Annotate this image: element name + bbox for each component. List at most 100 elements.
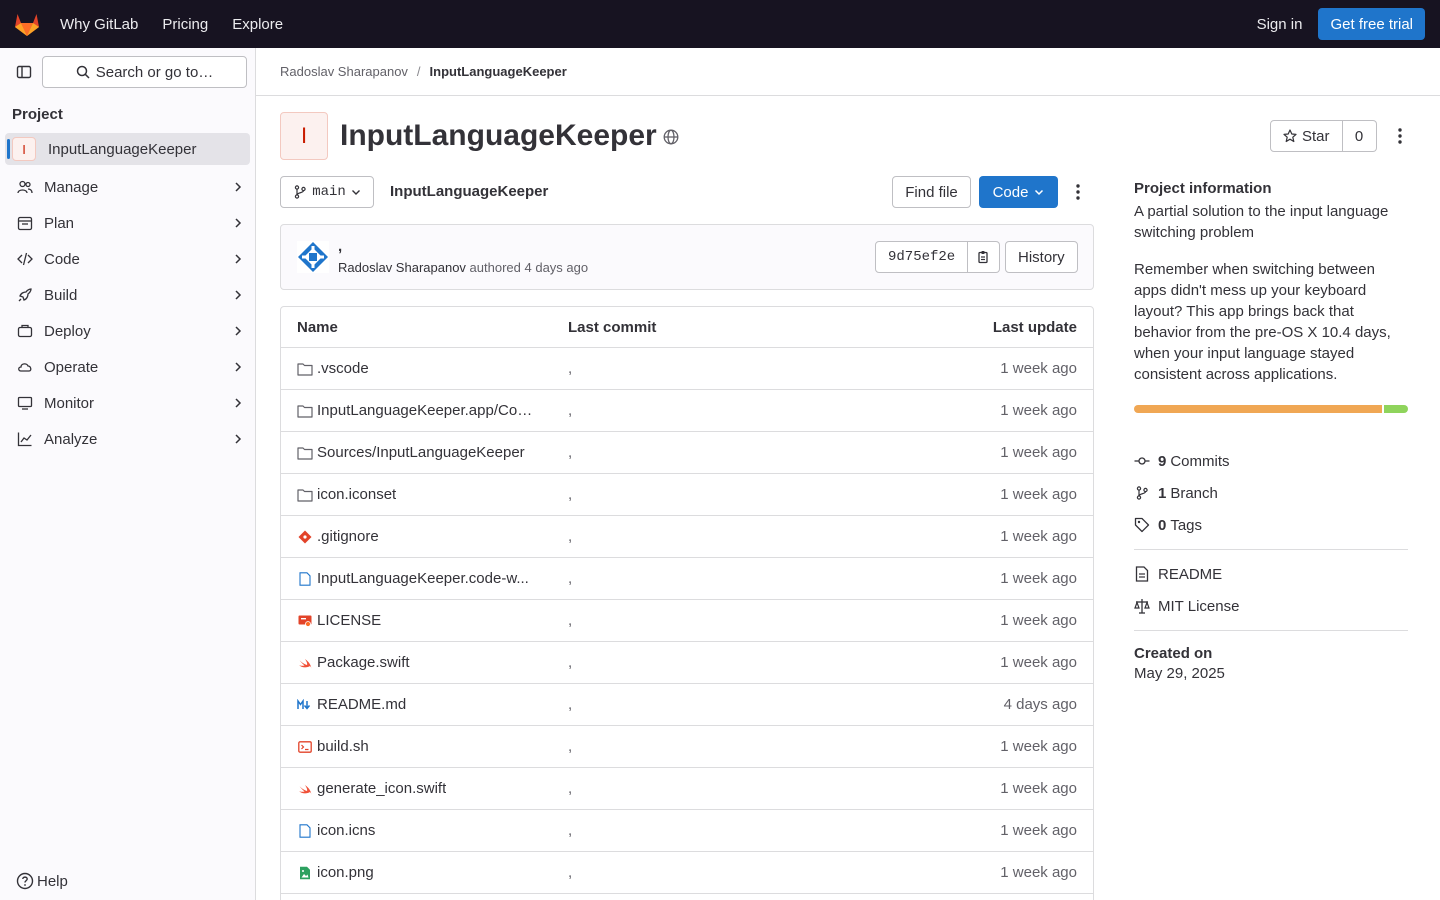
language-segment[interactable]: [1134, 405, 1382, 413]
license-link[interactable]: MIT License: [1134, 590, 1408, 622]
file-name-cell[interactable]: Package.swift: [297, 654, 537, 671]
file-name-cell[interactable]: Sources/InputLanguageKeeper: [297, 444, 537, 461]
sign-in-link[interactable]: Sign in: [1257, 16, 1303, 33]
file-last-commit[interactable]: ,: [568, 612, 572, 629]
table-row[interactable]: InputLanguageKeeper.code-w..., 1 week ago: [281, 558, 1093, 600]
file-last-commit[interactable]: ,: [568, 864, 572, 881]
sidebar-item-label: Manage: [44, 178, 99, 196]
file-name-cell[interactable]: icon.icns: [297, 822, 537, 839]
nav-explore[interactable]: Explore: [232, 16, 283, 33]
file-name-cell[interactable]: InputLanguageKeeper.code-w...: [297, 570, 537, 587]
sidebar-item-operate[interactable]: Operate: [0, 349, 255, 385]
help-button[interactable]: Help: [16, 872, 68, 890]
file-name[interactable]: build.sh: [317, 738, 369, 755]
table-row[interactable]: Sources/InputLanguageKeeper, 1 week ago: [281, 432, 1093, 474]
table-row[interactable]: icon.png, 1 week ago: [281, 852, 1093, 894]
file-name[interactable]: .gitignore: [317, 528, 379, 545]
table-row[interactable]: generate_icon.swift, 1 week ago: [281, 768, 1093, 810]
file-name[interactable]: Package.swift: [317, 654, 410, 671]
file-last-commit[interactable]: ,: [568, 654, 572, 671]
commits-stat[interactable]: 9 Commits: [1134, 445, 1408, 477]
branch-selector[interactable]: main: [280, 176, 374, 208]
file-name-cell[interactable]: .gitignore: [297, 528, 537, 545]
sidebar-item-monitor[interactable]: Monitor: [0, 385, 255, 421]
commit-sha[interactable]: 9d75ef2e: [875, 241, 969, 273]
nav-why-gitlab[interactable]: Why GitLab: [60, 16, 138, 33]
commit-title[interactable]: ,: [338, 238, 342, 255]
find-file-button[interactable]: Find file: [892, 176, 971, 208]
file-name[interactable]: .vscode: [317, 360, 369, 377]
calendar-icon: [16, 214, 34, 232]
table-row[interactable]: Package.swift, 1 week ago: [281, 642, 1093, 684]
get-free-trial-button[interactable]: Get free trial: [1318, 8, 1425, 40]
file-name[interactable]: LICENSE: [317, 612, 381, 629]
history-button[interactable]: History: [1005, 241, 1078, 273]
sidebar-item-code[interactable]: Code: [0, 241, 255, 277]
language-bar[interactable]: [1134, 405, 1408, 413]
repo-breadcrumb[interactable]: InputLanguageKeeper: [390, 183, 548, 200]
file-name[interactable]: icon.iconset: [317, 486, 396, 503]
branch-icon: [1134, 485, 1150, 501]
file-name[interactable]: generate_icon.swift: [317, 780, 446, 797]
search-button[interactable]: Search or go to…: [42, 56, 247, 88]
table-row[interactable]: icon.iconset, 1 week ago: [281, 474, 1093, 516]
file-last-commit[interactable]: ,: [568, 822, 572, 839]
table-row[interactable]: build.sh, 1 week ago: [281, 726, 1093, 768]
table-row[interactable]: InputLanguageKeeper.app/Con..., 1 week ag…: [281, 390, 1093, 432]
sidebar-section-title: Project: [12, 106, 63, 123]
file-name-cell[interactable]: .vscode: [297, 360, 537, 377]
table-row[interactable]: icon.icns, 1 week ago: [281, 810, 1093, 852]
file-last-commit[interactable]: ,: [568, 780, 572, 797]
file-name[interactable]: InputLanguageKeeper.app/Con...: [317, 402, 537, 419]
gitlab-logo-icon[interactable]: [13, 10, 41, 38]
tags-stat[interactable]: 0 Tags: [1134, 509, 1408, 541]
copy-sha-button[interactable]: [968, 241, 1001, 273]
file-last-commit[interactable]: ,: [568, 696, 572, 713]
file-last-commit[interactable]: ,: [568, 738, 572, 755]
branches-stat[interactable]: 1 Branch: [1134, 477, 1408, 509]
breadcrumb-project[interactable]: InputLanguageKeeper: [430, 64, 567, 79]
file-last-commit[interactable]: ,: [568, 570, 572, 587]
table-row[interactable]: README.md, 4 days ago: [281, 684, 1093, 726]
file-name-cell[interactable]: InputLanguageKeeper.app/Con...: [297, 402, 537, 419]
readme-link[interactable]: README: [1134, 558, 1408, 590]
file-last-commit[interactable]: ,: [568, 444, 572, 461]
file-last-commit[interactable]: ,: [568, 528, 572, 545]
breadcrumb-owner[interactable]: Radoslav Sharapanov: [280, 64, 408, 79]
file-name-cell[interactable]: README.md: [297, 696, 537, 713]
sidebar-item-manage[interactable]: Manage: [0, 169, 255, 205]
sidebar-item-plan[interactable]: Plan: [0, 205, 255, 241]
file-name-cell[interactable]: icon.png: [297, 864, 537, 881]
star-button[interactable]: Star: [1270, 120, 1343, 152]
sidebar-item-analyze[interactable]: Analyze: [0, 421, 255, 457]
file-name[interactable]: InputLanguageKeeper.code-w...: [317, 570, 529, 587]
commit-author[interactable]: Radoslav Sharapanov: [338, 260, 466, 275]
sidebar-item-project[interactable]: I InputLanguageKeeper: [5, 133, 250, 165]
star-count[interactable]: 0: [1342, 120, 1377, 152]
project-avatar: I: [280, 112, 328, 160]
file-name[interactable]: icon.icns: [317, 822, 375, 839]
sidebar-item-build[interactable]: Build: [0, 277, 255, 313]
file-name-cell[interactable]: LICENSE: [297, 612, 537, 629]
file-last-commit[interactable]: ,: [568, 402, 572, 419]
sidebar-toggle-icon[interactable]: [12, 60, 36, 84]
repo-actions-kebab-icon[interactable]: [1070, 176, 1086, 208]
file-name[interactable]: icon.png: [317, 864, 374, 881]
project-actions-kebab-icon[interactable]: [1392, 120, 1408, 152]
file-last-commit[interactable]: ,: [568, 360, 572, 377]
help-label: Help: [37, 872, 68, 890]
file-name-cell[interactable]: icon.iconset: [297, 486, 537, 503]
sidebar-item-deploy[interactable]: Deploy: [0, 313, 255, 349]
table-row[interactable]: .vscode, 1 week ago: [281, 348, 1093, 390]
table-row[interactable]: LICENSE, 1 week ago: [281, 600, 1093, 642]
avatar[interactable]: [297, 241, 329, 273]
nav-pricing[interactable]: Pricing: [162, 16, 208, 33]
code-dropdown-button[interactable]: Code: [979, 176, 1058, 208]
file-name[interactable]: Sources/InputLanguageKeeper: [317, 444, 525, 461]
file-name-cell[interactable]: generate_icon.swift: [297, 780, 537, 797]
language-segment[interactable]: [1383, 405, 1408, 413]
file-name-cell[interactable]: build.sh: [297, 738, 537, 755]
file-name[interactable]: README.md: [317, 696, 406, 713]
file-last-commit[interactable]: ,: [568, 486, 572, 503]
table-row[interactable]: .gitignore, 1 week ago: [281, 516, 1093, 558]
